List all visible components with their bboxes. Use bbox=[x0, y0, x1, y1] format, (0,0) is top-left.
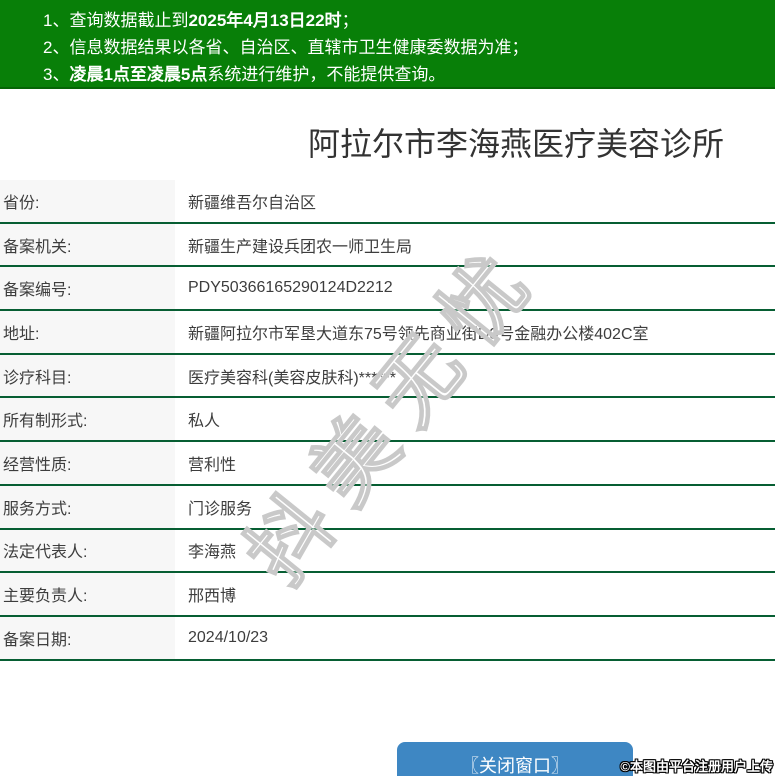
page-title: 阿拉尔市李海燕医疗美容诊所 bbox=[307, 126, 725, 162]
table-row-ownership-form: 所有制形式: 私人 bbox=[0, 398, 775, 443]
row-value: 新疆生产建设兵团农一师卫生局 bbox=[175, 223, 775, 266]
row-label: 经营性质: bbox=[0, 442, 175, 484]
row-label: 服务方式: bbox=[0, 485, 175, 528]
table-row-service-mode: 服务方式: 门诊服务 bbox=[0, 485, 775, 530]
copyright-notice: ©本图由平台注册用户上传 bbox=[620, 759, 773, 774]
notice-banner: 1、查询数据截止到2025年4月13日22时； 2、信息数据结果以各省、自治区、… bbox=[0, 0, 775, 89]
row-value: 医疗美容科(美容皮肤科)****** bbox=[175, 354, 775, 397]
row-value: 营利性 bbox=[175, 442, 775, 484]
notice-line-3: 3、凌晨1点至凌晨5点系统进行维护，不能提供查询。 bbox=[43, 61, 765, 88]
row-label: 所有制形式: bbox=[0, 398, 175, 441]
notice-1-text: 1、查询数据截止到 bbox=[43, 11, 189, 30]
table-row-business-nature: 经营性质: 营利性 bbox=[0, 442, 775, 486]
table-row-address: 地址: 新疆阿拉尔市军垦大道东75号领先商业街D3号金融办公楼402C室 bbox=[0, 311, 775, 355]
record-table: 省份: 新疆维吾尔自治区 备案机关: 新疆生产建设兵团农一师卫生局 备案编号: … bbox=[0, 180, 775, 661]
close-window-button[interactable]: 〖关闭窗口〗 bbox=[397, 742, 633, 776]
row-label: 备案机关: bbox=[0, 223, 175, 266]
notice-line-2: 2、信息数据结果以各省、自治区、直辖市卫生健康委数据为准； bbox=[43, 34, 765, 61]
row-value: 门诊服务 bbox=[175, 485, 775, 528]
table-row-filing-authority: 备案机关: 新疆生产建设兵团农一师卫生局 bbox=[0, 223, 775, 268]
table-row-province: 省份: 新疆维吾尔自治区 bbox=[0, 180, 775, 224]
notice-1-end: ； bbox=[341, 11, 359, 30]
row-label: 法定代表人: bbox=[0, 529, 175, 572]
row-label: 主要负责人: bbox=[0, 573, 175, 615]
table-row-main-person-in-charge: 主要负责人: 邢西博 bbox=[0, 573, 775, 617]
row-value: 邢西博 bbox=[175, 573, 775, 615]
row-value: 新疆维吾尔自治区 bbox=[175, 180, 775, 222]
notice-3-bold: 凌晨1点至凌晨5点 bbox=[69, 65, 208, 84]
row-value: 私人 bbox=[175, 398, 775, 441]
table-row-treatment-subjects: 诊疗科目: 医疗美容科(美容皮肤科)****** bbox=[0, 354, 775, 399]
row-label: 备案编号: bbox=[0, 267, 175, 310]
row-value: 新疆阿拉尔市军垦大道东75号领先商业街D3号金融办公楼402C室 bbox=[175, 311, 775, 353]
table-row-legal-representative: 法定代表人: 李海燕 bbox=[0, 529, 775, 574]
notice-1-bold: 2025年4月13日22时 bbox=[188, 11, 342, 30]
notice-3-text: 3、 bbox=[43, 65, 70, 84]
notice-2-text: 2、信息数据结果以各省、自治区、直辖市卫生健康委数据为准； bbox=[43, 38, 529, 57]
row-value: 李海燕 bbox=[175, 529, 775, 572]
row-value: PDY50366165290124D2212 bbox=[175, 267, 775, 310]
row-label: 诊疗科目: bbox=[0, 354, 175, 397]
notice-line-1: 1、查询数据截止到2025年4月13日22时； bbox=[43, 7, 765, 34]
row-label: 备案日期: bbox=[0, 616, 175, 659]
notice-3-end: 系统进行维护，不能提供查询。 bbox=[207, 65, 446, 84]
row-label: 省份: bbox=[0, 180, 175, 222]
table-row-filing-number: 备案编号: PDY50366165290124D2212 bbox=[0, 267, 775, 312]
row-value: 2024/10/23 bbox=[175, 616, 775, 659]
table-row-filing-date: 备案日期: 2024/10/23 bbox=[0, 616, 775, 661]
row-label: 地址: bbox=[0, 311, 175, 353]
